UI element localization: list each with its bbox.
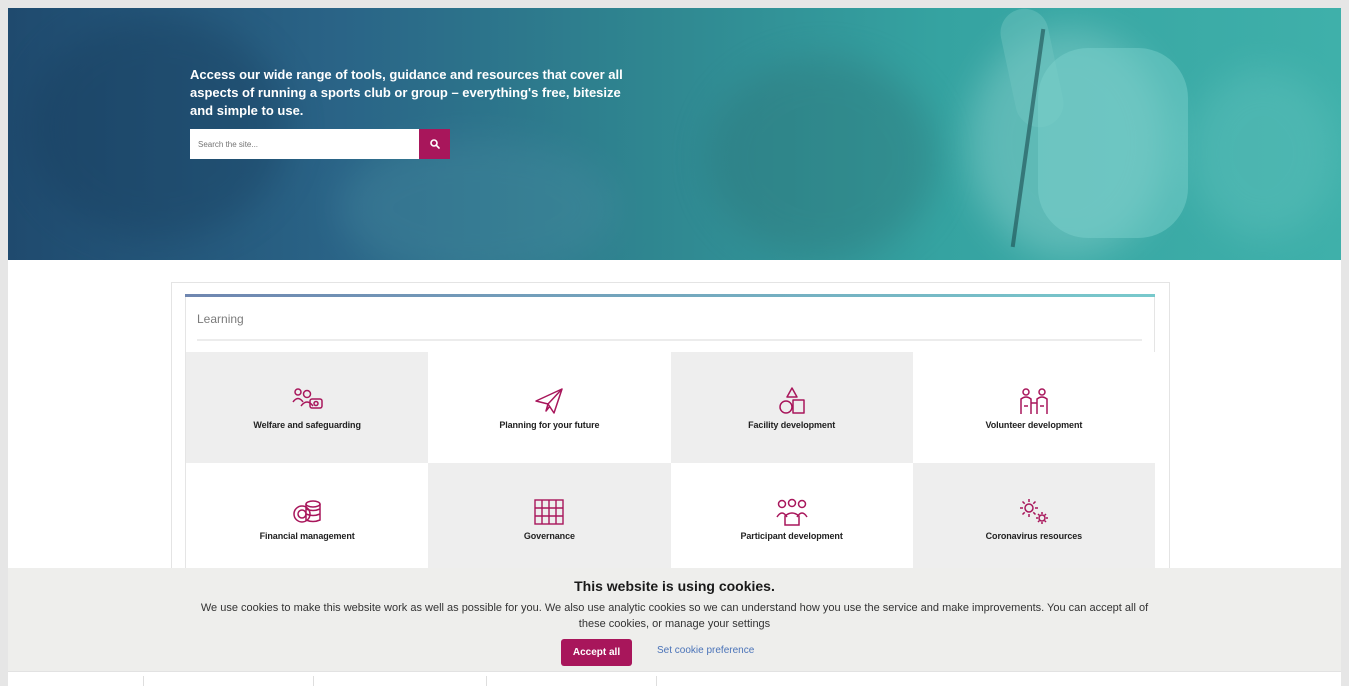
tile-facility-development[interactable]: Facility development (670, 352, 913, 463)
tile-planning-for-your-future[interactable]: Planning for your future (428, 352, 671, 463)
cookie-banner: This website is using cookies. We use co… (8, 568, 1341, 671)
tile-participant-development[interactable]: Participant development (670, 463, 913, 574)
bottom-nav-strip (8, 671, 1341, 687)
search-icon (429, 139, 440, 149)
search-input[interactable] (190, 129, 419, 159)
search-button[interactable] (419, 129, 450, 159)
hero-bg-shape (708, 58, 938, 258)
hero-intro-text: Access our wide range of tools, guidance… (190, 67, 623, 118)
search-bar (190, 129, 450, 159)
tile-label: Facility development (748, 419, 836, 430)
hero-bg-shape (1188, 68, 1338, 238)
learning-divider (197, 339, 1142, 341)
cookie-banner-text: We use cookies to make this website work… (200, 602, 1149, 630)
tile-financial-management[interactable]: Financial management (186, 463, 429, 574)
governance-icon (532, 497, 566, 527)
participants-icon (775, 497, 809, 527)
tile-volunteer-development[interactable]: Volunteer development (912, 352, 1155, 463)
welfare-icon (290, 386, 324, 416)
hero-climber-body (1038, 48, 1188, 238)
tile-label: Coronavirus resources (985, 530, 1083, 541)
coins-icon (290, 497, 324, 527)
learning-title: Learning (197, 312, 244, 326)
tile-welfare-and-safeguarding[interactable]: Welfare and safeguarding (186, 352, 429, 463)
hero-bg-shape (28, 18, 288, 238)
tile-label: Financial management (259, 530, 355, 541)
nav-divider (486, 676, 487, 686)
tile-coronavirus-resources[interactable]: Coronavirus resources (912, 463, 1155, 574)
tile-label: Planning for your future (499, 419, 600, 430)
volunteers-icon (1017, 386, 1051, 416)
gears-icon (1017, 497, 1051, 527)
tile-label: Welfare and safeguarding (253, 419, 361, 430)
cookie-preference-link[interactable]: Set cookie preference (657, 645, 754, 656)
paper-plane-icon (532, 386, 566, 416)
tile-label: Volunteer development (985, 419, 1083, 430)
nav-divider (143, 676, 144, 686)
nav-divider (313, 676, 314, 686)
accept-all-button[interactable]: Accept all (561, 639, 632, 666)
tile-governance[interactable]: Governance (428, 463, 671, 574)
cookie-banner-title: This website is using cookies. (574, 578, 775, 594)
shapes-icon (775, 386, 809, 416)
tile-label: Participant development (740, 530, 843, 541)
tile-label: Governance (523, 530, 575, 541)
nav-divider (656, 676, 657, 686)
learning-tiles-grid: Welfare and safeguarding Planning for yo… (186, 352, 1155, 574)
